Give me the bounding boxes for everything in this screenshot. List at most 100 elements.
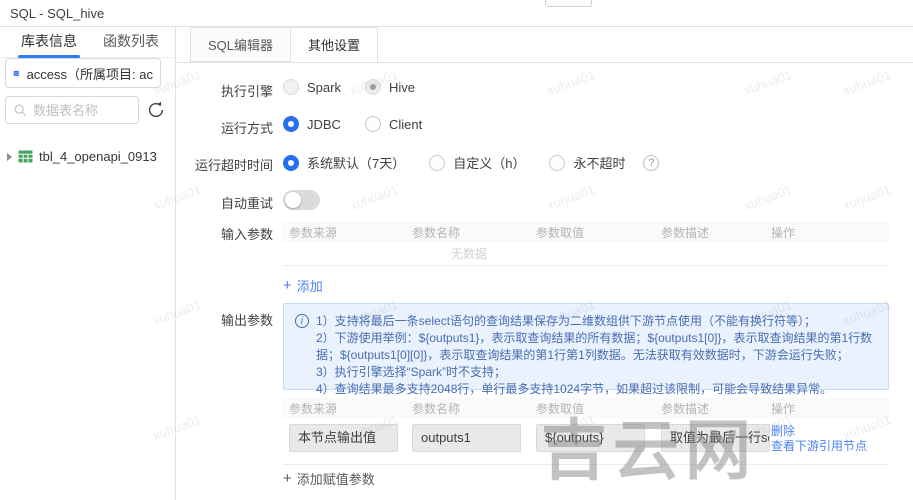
radio-custom-label: 自定义（h） [453, 156, 526, 171]
plus-icon: + [283, 470, 292, 487]
col-actions: 操作 [771, 225, 796, 240]
row-actions: 删除 查看下游引用节点 [765, 424, 889, 454]
radio-hive: Hive [364, 79, 415, 95]
radio-hive-icon [364, 79, 381, 95]
watermark-text: xuhua01 [741, 66, 794, 99]
notice-line-2: 2）下游使用举例：${outputs1}，表示取查询结果的所有数据；${outp… [316, 331, 873, 362]
plus-icon: + [283, 277, 292, 294]
empty-row: 无数据 [283, 242, 889, 266]
tab-sql-editor-label: SQL编辑器 [208, 38, 274, 53]
radio-client-icon[interactable] [364, 116, 381, 132]
add-assign-param-button[interactable]: + 添加赋值参数 [283, 469, 375, 488]
radio-spark-icon [283, 79, 299, 95]
radio-hive-label: Hive [388, 79, 415, 95]
tab-function-list[interactable]: 函数列表 [103, 27, 159, 58]
radio-jdbc-label: JDBC [307, 116, 341, 132]
table-search-box [5, 96, 139, 124]
timeout-radio-group: 系统默认（7天） 自定义（h） 永不超时 ? [283, 153, 660, 172]
tab-table-info-label: 库表信息 [21, 32, 77, 49]
radio-client-label: Client [388, 116, 423, 132]
watermark-text: xuhua01 [840, 181, 893, 214]
watermark-text: xuhua01 [347, 181, 400, 214]
add-assign-param-label: 添加赋值参数 [296, 472, 375, 487]
add-input-param-button[interactable]: + 添加 [283, 276, 323, 295]
watermark-text: xuhua01 [840, 66, 893, 99]
search-icon [14, 104, 26, 116]
radio-client[interactable]: Client [364, 116, 423, 132]
tree-item-table[interactable]: tbl_4_openapi_0913 [7, 149, 157, 164]
toggle-knob [285, 192, 301, 208]
radio-never-timeout[interactable]: 永不超时 [549, 153, 625, 172]
radio-jdbc-icon[interactable] [283, 116, 299, 132]
col-param-name: 参数名称 [412, 401, 461, 416]
question-circle-icon[interactable]: ? [643, 154, 660, 171]
radio-spark: Spark [283, 79, 341, 95]
radio-system-default[interactable]: 系统默认（7天） [283, 153, 405, 172]
tab-sql-editor[interactable]: SQL编辑器 [190, 27, 291, 62]
tab-other-settings-label: 其他设置 [308, 38, 361, 53]
page-title: SQL - SQL_hive [10, 6, 105, 21]
col-param-value: 参数取值 [536, 225, 585, 240]
col-param-source: 参数来源 [289, 225, 338, 240]
output-params-notice: i 1）支持将最后一条select语句的查询结果保存为二维数组供下游节点使用（不… [283, 303, 889, 396]
col-param-desc: 参数描述 [661, 401, 710, 416]
search-input[interactable] [33, 102, 131, 118]
run-mode-radio-group: JDBC Client [283, 116, 422, 132]
partial-top-button[interactable] [545, 0, 592, 7]
empty-text: 无数据 [451, 247, 488, 261]
run-mode-label: 运行方式 [220, 121, 273, 136]
radio-spark-label: Spark [307, 79, 341, 95]
sidebar-tab-bar: 库表信息 函数列表 [0, 27, 175, 58]
refresh-icon [148, 101, 164, 118]
radio-custom[interactable]: 自定义（h） [429, 153, 525, 172]
database-selector[interactable]: access（所属项目: ac [5, 58, 161, 88]
table-icon [18, 150, 33, 163]
radio-jdbc[interactable]: JDBC [283, 116, 341, 132]
delete-link[interactable]: 删除 [771, 424, 889, 439]
col-param-name: 参数名称 [412, 225, 461, 240]
watermark-text: xuhua01 [741, 181, 794, 214]
database-selector-label: access（所属项目: ac [26, 66, 153, 82]
tree-item-label: tbl_4_openapi_0913 [39, 149, 157, 164]
radio-never-timeout-icon[interactable] [549, 154, 566, 171]
col-param-value: 参数取值 [536, 401, 585, 416]
radio-never-timeout-label: 永不超时 [573, 156, 626, 171]
param-name-input: outputs1 [412, 424, 521, 452]
notice-line-4: 4）查询结果最多支持2048行，单行最多支持1024字节，如果超过该限制，可能会… [316, 382, 833, 396]
engine-label: 执行引擎 [220, 84, 273, 99]
refresh-button[interactable] [144, 98, 168, 122]
add-input-param-label: 添加 [296, 279, 323, 294]
notice-line-1: 1）支持将最后一条select语句的查询结果保存为二维数组供下游节点使用（不能有… [316, 314, 817, 328]
tab-other-settings[interactable]: 其他设置 [290, 27, 379, 63]
auto-retry-label: 自动重试 [220, 196, 273, 211]
param-source-input: 本节点输出值 [289, 424, 398, 452]
sql-node-settings-page: SQL - SQL_hive 库表信息 函数列表 access（所属项目: ac [0, 0, 913, 500]
radio-system-default-icon[interactable] [283, 154, 299, 171]
radio-custom-icon[interactable] [429, 154, 446, 171]
timeout-label: 运行超时时间 [194, 158, 273, 173]
output-params-table: 参数来源 参数名称 参数取值 参数描述 操作 本节点输出值 outputs1 $… [283, 398, 889, 465]
expand-caret-icon[interactable] [7, 152, 12, 161]
col-param-source: 参数来源 [289, 401, 338, 416]
col-param-desc: 参数描述 [661, 225, 710, 240]
info-circle-icon: i [295, 314, 309, 328]
param-desc-input: 取值为最后一行sele [661, 424, 770, 452]
view-downstream-link[interactable]: 查看下游引用节点 [771, 439, 889, 454]
notice-line-3: 3）执行引擎选择“Spark”时不支持； [316, 365, 507, 379]
input-params-table: 参数来源 参数名称 参数取值 参数描述 操作 无数据 [283, 222, 889, 266]
input-params-label: 输入参数 [220, 227, 273, 242]
output-params-header: 参数来源 参数名称 参数取值 参数描述 操作 [283, 398, 889, 418]
table-row: 本节点输出值 outputs1 ${outputs} 取值为最后一行sele 删… [283, 418, 889, 465]
window-header: SQL - SQL_hive [0, 0, 913, 27]
radio-system-default-label: 系统默认（7天） [307, 156, 406, 171]
output-params-label: 输出参数 [220, 313, 273, 328]
param-value-input: ${outputs} [536, 424, 645, 452]
tab-function-list-label: 函数列表 [103, 32, 159, 49]
input-params-header: 参数来源 参数名称 参数取值 参数描述 操作 [283, 222, 889, 242]
engine-radio-group: Spark Hive [283, 79, 415, 95]
tab-table-info[interactable]: 库表信息 [18, 27, 80, 58]
auto-retry-toggle[interactable] [283, 190, 320, 210]
sidebar: 库表信息 函数列表 access（所属项目: ac 数据表名称 tbl_4_op… [0, 27, 176, 500]
editor-tab-bar: SQL编辑器 其他设置 [177, 27, 913, 63]
watermark-text: xuhua01 [544, 181, 597, 214]
